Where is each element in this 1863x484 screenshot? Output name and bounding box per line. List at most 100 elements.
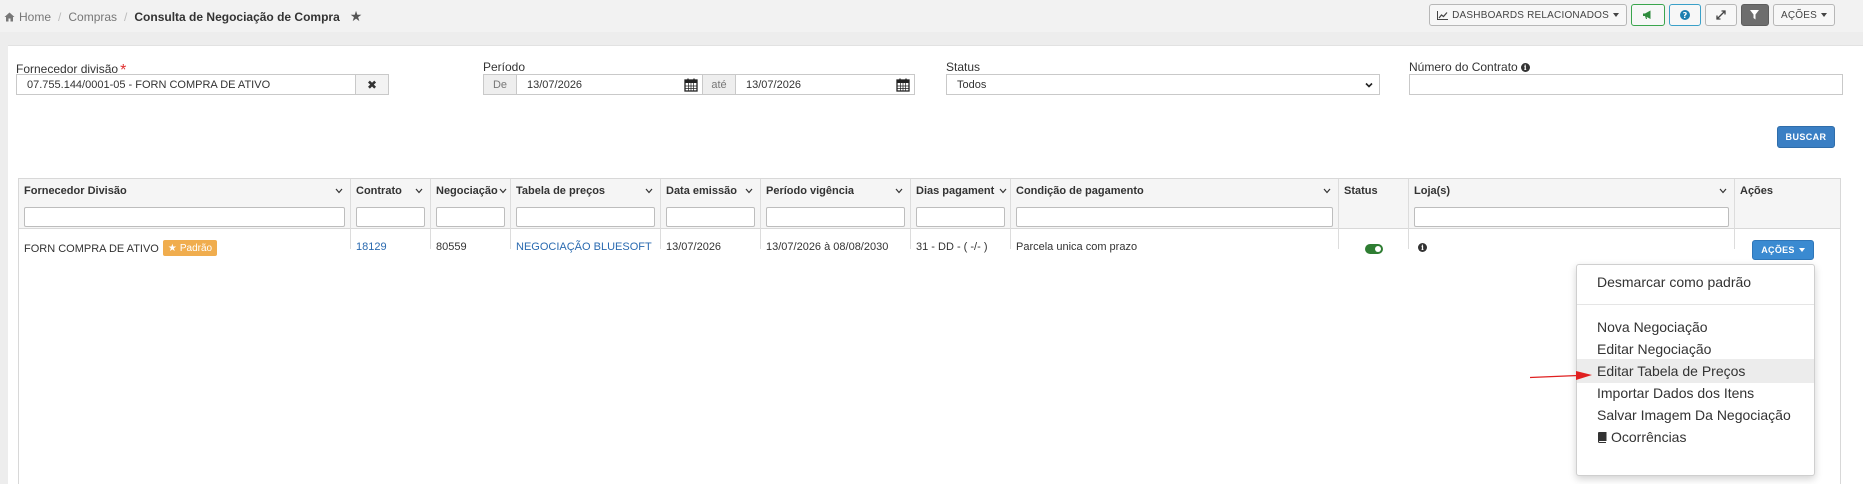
chevron-down-icon[interactable] <box>895 188 903 194</box>
chart-line-icon <box>1437 10 1449 20</box>
status-label: Status <box>946 60 981 74</box>
svg-text:?: ? <box>1683 11 1688 20</box>
contrato-link[interactable]: 18129 <box>356 241 387 253</box>
favorite-star-icon[interactable]: ★ <box>350 8 363 25</box>
column-contrato: Contrato <box>351 179 431 249</box>
condicao-pagamento-cell: Parcela unica com prazo <box>1016 241 1138 253</box>
column-header-label[interactable]: Tabela de preços <box>516 185 605 197</box>
acoes-dropdown-menu: Desmarcar como padrão Nova Negociação Ed… <box>1576 264 1815 476</box>
periodo-label: Período <box>483 60 526 74</box>
breadcrumb-compras[interactable]: Compras <box>68 10 117 24</box>
announcements-button[interactable] <box>1630 4 1665 26</box>
menu-item-editar-negociacao[interactable]: Editar Negociação <box>1577 337 1814 361</box>
periodo-fim-value: 13/07/2026 <box>746 78 802 91</box>
filter-input[interactable] <box>516 207 655 227</box>
chevron-down-icon[interactable] <box>999 188 1007 194</box>
column-header-label[interactable]: Condição de pagamento <box>1016 185 1144 197</box>
tabela-precos-link[interactable]: NEGOCIAÇÃO BLUESOFT <box>516 241 652 253</box>
filter-icon <box>1750 10 1760 20</box>
column-periodo-vigencia: Período vigência <box>761 179 911 249</box>
chevron-down-icon[interactable] <box>745 188 753 194</box>
fornecedor-cell: FORN COMPRA DE ATIVO <box>24 242 159 255</box>
filter-input[interactable] <box>666 207 755 227</box>
filter-input[interactable] <box>1016 207 1333 227</box>
lojas-cell: i <box>1415 242 1427 254</box>
column-header-label[interactable]: Negociação <box>436 185 498 197</box>
chevron-down-icon[interactable] <box>335 188 343 194</box>
padrao-badge: ★ Padrão <box>162 240 218 256</box>
acoes-top-label: AÇÕES <box>1780 9 1817 21</box>
chevron-down-icon <box>1365 82 1373 88</box>
chevron-down-icon[interactable] <box>1323 188 1331 194</box>
status-select[interactable]: Todos <box>946 74 1380 95</box>
clear-fornecedor-button[interactable]: ✖ <box>355 74 389 95</box>
column-header-label[interactable]: Data emissão <box>666 185 737 197</box>
column-header-label[interactable]: Contrato <box>356 185 402 197</box>
top-actions: DASHBOARDS RELACIONADOS ? AÇÕES <box>1429 4 1835 26</box>
fornecedor-field[interactable]: 07.755.144/0001-05 - FORN COMPRA DE ATIV… <box>16 74 356 95</box>
question-circle-icon: ? <box>1679 10 1690 20</box>
expand-icon <box>1716 10 1726 20</box>
column-condicao-pagamento: Condição de pagamento <box>1011 179 1339 249</box>
info-icon[interactable]: i <box>1520 63 1530 72</box>
top-bar: Home / Compras / Consulta de Negociação … <box>0 0 1863 32</box>
chevron-down-icon[interactable] <box>415 188 423 194</box>
menu-item-salvar-imagem[interactable]: Salvar Imagem Da Negociação <box>1577 403 1814 427</box>
acoes-top-button[interactable]: AÇÕES <box>1772 4 1835 26</box>
column-header-label[interactable]: Período vigência <box>766 185 854 197</box>
column-header-label[interactable]: Status <box>1344 185 1378 197</box>
filter-input[interactable] <box>916 207 1005 227</box>
negociacoes-table: Fornecedor Divisão Contrato Negociação T… <box>18 178 1841 484</box>
chevron-down-icon <box>1798 248 1805 252</box>
bullhorn-icon <box>1643 10 1651 19</box>
filter-input[interactable] <box>356 207 425 227</box>
column-header-label: Ações <box>1740 185 1774 197</box>
chevron-down-icon <box>1612 13 1619 17</box>
padrao-badge-label: Padrão <box>179 242 213 254</box>
chevron-down-icon[interactable] <box>499 188 507 194</box>
dashboards-relacionados-button[interactable]: DASHBOARDS RELACIONADOS <box>1429 4 1627 26</box>
column-header-label[interactable]: Dias pagament <box>916 185 998 197</box>
menu-item-nova-negociacao[interactable]: Nova Negociação <box>1577 315 1814 339</box>
filter-input[interactable] <box>766 207 905 227</box>
breadcrumb-home[interactable]: Home <box>19 10 51 24</box>
periodo-inicio-input[interactable]: 13/07/2026 <box>516 74 703 95</box>
dashboards-label: DASHBOARDS RELACIONADOS <box>1452 9 1609 21</box>
chevron-down-icon[interactable] <box>645 188 653 194</box>
buscar-button[interactable]: BUSCAR <box>1777 126 1835 148</box>
negociacao-cell: 80559 <box>436 241 467 253</box>
periodo-ate-addon: até <box>702 74 736 95</box>
info-icon[interactable]: i <box>1418 243 1427 252</box>
menu-item-desmarcar-padrao[interactable]: Desmarcar como padrão <box>1577 270 1814 294</box>
column-status: Status <box>1339 179 1409 249</box>
menu-item-ocorrencias[interactable]: Ocorrências <box>1577 425 1814 449</box>
column-header-label[interactable]: Loja(s) <box>1414 185 1450 197</box>
filter-input[interactable] <box>1414 207 1729 227</box>
column-lojas: Loja(s) <box>1409 179 1735 249</box>
filter-input[interactable] <box>436 207 505 227</box>
calendar-icon[interactable] <box>896 78 910 92</box>
menu-item-importar-dados-itens[interactable]: Importar Dados dos Itens <box>1577 381 1814 405</box>
numero-contrato-input[interactable] <box>1409 74 1843 95</box>
column-header-label[interactable]: Fornecedor Divisão <box>24 185 127 197</box>
filter-input[interactable] <box>24 207 345 227</box>
help-button[interactable]: ? <box>1668 4 1701 26</box>
column-tabela-precos: Tabela de preços <box>511 179 661 249</box>
row-acoes-button[interactable]: AÇÕES <box>1752 240 1814 260</box>
column-negociacao: Negociação <box>431 179 511 249</box>
periodo-fim-input[interactable]: 13/07/2026 <box>735 74 915 95</box>
fullscreen-button[interactable] <box>1704 4 1737 26</box>
periodo-inicio-value: 13/07/2026 <box>527 78 583 91</box>
column-acoes: Ações <box>1735 179 1842 249</box>
calendar-icon[interactable] <box>684 78 698 92</box>
filter-button[interactable] <box>1740 4 1769 26</box>
menu-item-editar-tabela-precos[interactable]: Editar Tabela de Preços <box>1577 359 1814 383</box>
column-data-emissao: Data emissão <box>661 179 761 249</box>
chevron-down-icon[interactable] <box>1719 188 1727 194</box>
breadcrumb-separator: / <box>124 9 128 24</box>
breadcrumb: Home / Compras / Consulta de Negociação … <box>4 8 362 25</box>
periodo-vigencia-cell: 13/07/2026 à 08/08/2030 <box>766 241 889 253</box>
home-icon <box>4 12 15 21</box>
chevron-down-icon <box>1821 13 1827 17</box>
status-toggle[interactable] <box>1365 244 1383 254</box>
